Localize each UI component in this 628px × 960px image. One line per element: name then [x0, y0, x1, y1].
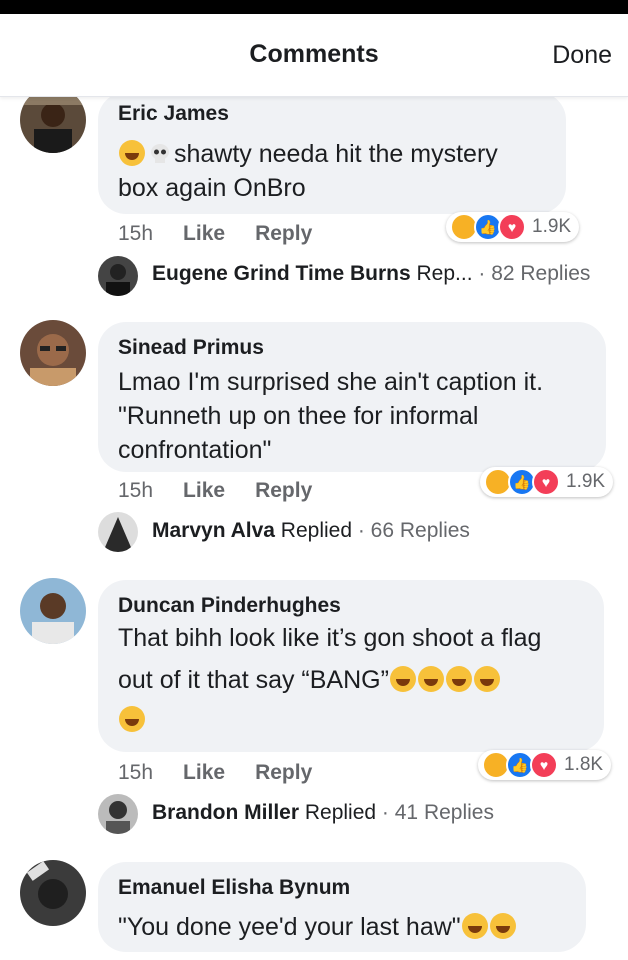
- comments-header: Comments Done: [0, 14, 628, 97]
- skull-emoji-icon: [151, 144, 169, 163]
- reply-author: Marvyn Alva: [152, 519, 275, 542]
- comment-emoji-line: [118, 703, 146, 737]
- page-title: Comments: [249, 40, 379, 68]
- avatar[interactable]: [20, 320, 86, 386]
- reaction-count: 1.9K: [566, 471, 606, 492]
- comment-text-line: Lmao I'm surprised she ain't caption it.: [118, 368, 544, 396]
- comment-text-line: "Runneth up on thee for informal: [118, 402, 479, 430]
- reply-avatar: [98, 512, 138, 552]
- reaction-count: 1.8K: [564, 754, 604, 775]
- reply-button[interactable]: Reply: [255, 479, 312, 502]
- comment-bubble: Duncan Pinderhughes That bihh look like …: [98, 580, 604, 752]
- comment-meta: 15h Like Reply: [118, 222, 312, 246]
- comment-bubble: Emanuel Elisha Bynum "You done yee'd you…: [98, 862, 586, 952]
- comment-author[interactable]: Emanuel Elisha Bynum: [118, 876, 350, 900]
- like-button[interactable]: Like: [183, 479, 225, 502]
- avatar[interactable]: [20, 860, 86, 926]
- comment-text-line: box again OnBro: [118, 174, 306, 202]
- comment-text-line: That bihh look like it’s gon shoot a fla…: [118, 624, 542, 652]
- comment-text: "You done yee'd your last haw": [118, 910, 517, 944]
- avatar[interactable]: [20, 578, 86, 644]
- view-replies-link[interactable]: Marvyn Alva Replied · 66 Replies: [152, 519, 470, 543]
- laugh-emoji-icon: [389, 666, 416, 692]
- comment-time: 15h: [118, 222, 154, 245]
- love-react-icon: ♥: [530, 751, 558, 779]
- laugh-emoji-icon: [489, 913, 516, 939]
- comment-text: out of it that say “BANG”: [118, 663, 501, 697]
- comment-time: 15h: [118, 761, 154, 784]
- reaction-summary[interactable]: 👍 ♥ 1.9K: [446, 212, 580, 242]
- comment-author[interactable]: Duncan Pinderhughes: [118, 594, 341, 618]
- reply-author: Eugene Grind Time Burns: [152, 262, 411, 285]
- status-bar: [0, 0, 628, 14]
- like-button[interactable]: Like: [183, 222, 225, 245]
- comment-bubble: Eric James shawty needa hit the mystery …: [98, 92, 566, 214]
- comment-meta: 15h Like Reply: [118, 761, 312, 785]
- reaction-count: 1.9K: [532, 216, 572, 237]
- comment-author[interactable]: Sinead Primus: [118, 336, 264, 360]
- laugh-emoji-icon: [119, 140, 145, 166]
- view-replies-link[interactable]: Brandon Miller Replied · 41 Replies: [152, 801, 494, 825]
- reply-author: Brandon Miller: [152, 801, 300, 824]
- reaction-summary[interactable]: 👍 ♥ 1.9K: [480, 467, 614, 497]
- laugh-emoji-icon: [461, 913, 488, 939]
- laugh-emoji-icon: [417, 666, 444, 692]
- love-react-icon: ♥: [498, 213, 526, 241]
- reply-button[interactable]: Reply: [255, 761, 312, 784]
- laugh-emoji-icon: [473, 666, 500, 692]
- like-button[interactable]: Like: [183, 761, 225, 784]
- comment-bubble: Sinead Primus Lmao I'm surprised she ain…: [98, 322, 606, 472]
- comment-author[interactable]: Eric James: [118, 102, 229, 126]
- done-button[interactable]: Done: [552, 41, 612, 70]
- reaction-summary[interactable]: 👍 ♥ 1.8K: [478, 750, 612, 780]
- reply-avatar: [98, 794, 138, 834]
- reply-button[interactable]: Reply: [255, 222, 312, 245]
- comment-text: shawty needa hit the mystery: [118, 137, 498, 171]
- view-replies-link[interactable]: Eugene Grind Time Burns Rep... · 82 Repl…: [152, 262, 590, 286]
- love-react-icon: ♥: [532, 468, 560, 496]
- comment-meta: 15h Like Reply: [118, 479, 312, 503]
- comment-time: 15h: [118, 479, 154, 502]
- comment-text-line: confrontation": [118, 436, 272, 464]
- laugh-emoji-icon: [445, 666, 472, 692]
- reply-avatar: [98, 256, 138, 296]
- laugh-emoji-icon: [119, 706, 145, 732]
